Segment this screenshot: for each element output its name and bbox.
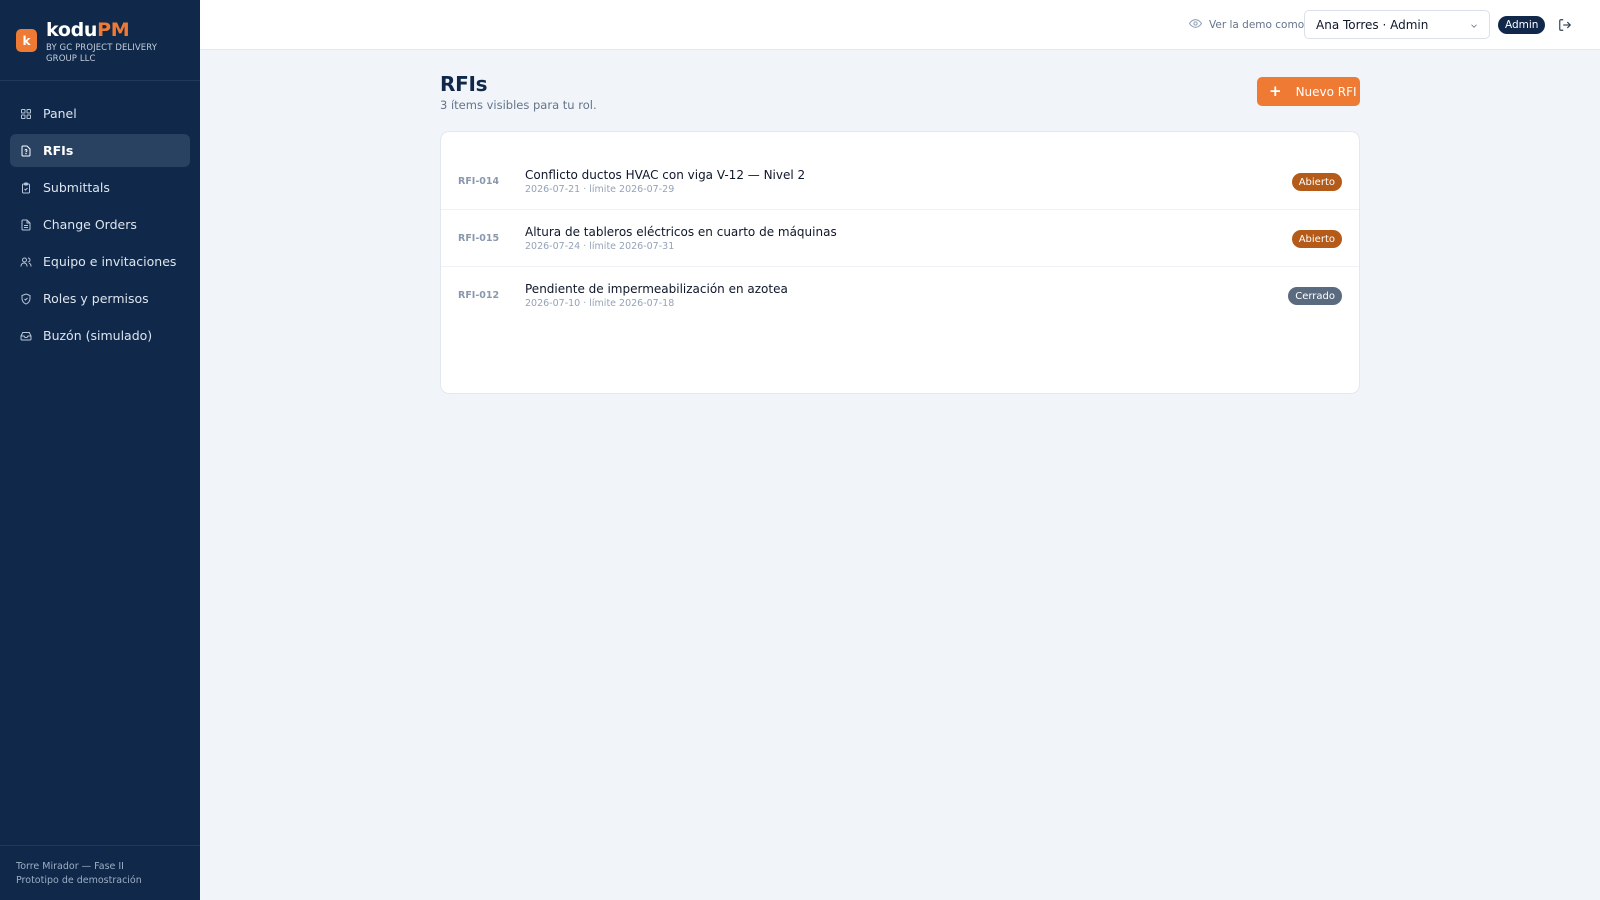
- rfi-dates: 2026-07-21 · límite 2026-07-29: [525, 183, 675, 195]
- sidebar-item-buzon[interactable]: Buzón (simulado): [10, 319, 190, 352]
- list-item[interactable]: RFI-012 Pendiente de impermeabilización …: [441, 267, 1359, 324]
- sidebar-item-label: Submittals: [43, 180, 110, 195]
- brand: k koduPM BY GC PROJECT DELIVERY GROUP LL…: [0, 0, 200, 81]
- clipboard-check-icon: [20, 182, 32, 194]
- sidebar-item-change-orders[interactable]: Change Orders: [10, 208, 190, 241]
- topbar: Ver la demo como: Ana Torres · Admin Adm…: [200, 0, 1600, 50]
- sidebar-item-roles[interactable]: Roles y permisos: [10, 282, 190, 315]
- list-item[interactable]: RFI-014 Conflicto ductos HVAC con viga V…: [441, 153, 1359, 210]
- sidebar: k koduPM BY GC PROJECT DELIVERY GROUP LL…: [0, 0, 200, 900]
- eye-icon: [1188, 17, 1203, 33]
- sidebar-item-label: Panel: [43, 106, 77, 121]
- sidebar-item-rfis[interactable]: RFIs: [10, 134, 190, 167]
- status-badge: Cerrado: [1288, 287, 1342, 305]
- sidebar-footer: Torre Mirador — Fase II Prototipo de dem…: [0, 845, 200, 900]
- rfi-dates: 2026-07-10 · límite 2026-07-18: [525, 298, 675, 309]
- logo-mark[interactable]: k: [16, 29, 37, 52]
- sidebar-item-label: Equipo e invitaciones: [43, 254, 177, 269]
- sidebar-item-label: Roles y permisos: [43, 291, 149, 306]
- list-item[interactable]: RFI-015 Altura de tableros eléctricos en…: [441, 210, 1359, 267]
- grid-icon: [20, 108, 32, 120]
- brand-name: koduPM: [46, 18, 184, 42]
- chevron-down-icon: [1469, 20, 1479, 34]
- rfi-list: RFI-014 Conflicto ductos HVAC con viga V…: [440, 131, 1360, 394]
- sidebar-item-label: Buzón (simulado): [43, 328, 153, 343]
- status-badge: Abierto: [1291, 230, 1342, 248]
- inbox-icon: [20, 330, 32, 342]
- rfi-title[interactable]: Altura de tableros eléctricos en cuarto …: [525, 224, 837, 240]
- selected-user: Ana Torres · Admin: [1316, 17, 1429, 32]
- page-title: RFIs: [440, 72, 488, 96]
- new-rfi-label: Nuevo RFI: [1295, 84, 1357, 99]
- brand-name-part2: PM: [97, 19, 130, 41]
- prototype-note: Prototipo de demostración: [16, 875, 142, 886]
- users-icon: [20, 256, 32, 268]
- rfi-title[interactable]: Pendiente de impermeabilización en azote…: [525, 281, 788, 297]
- demo-label-text: Ver la demo como:: [1209, 19, 1308, 31]
- sidebar-item-label: Change Orders: [43, 217, 137, 232]
- brand-subtitle: BY GC PROJECT DELIVERY GROUP LLC: [46, 43, 158, 64]
- plus-icon: +: [1269, 82, 1282, 100]
- project-name: Torre Mirador — Fase II: [16, 861, 124, 872]
- sidebar-item-panel[interactable]: Panel: [10, 97, 190, 130]
- demo-view-label: Ver la demo como:: [1188, 17, 1308, 33]
- rfi-id: RFI-012: [458, 290, 500, 301]
- sidebar-nav: Panel RFIs Submittals Change Orders Equi…: [0, 81, 200, 352]
- document-question-icon: [20, 145, 32, 157]
- status-badge: Abierto: [1291, 173, 1342, 191]
- new-rfi-button[interactable]: + Nuevo RFI: [1257, 77, 1360, 106]
- rfi-id: RFI-015: [458, 232, 500, 244]
- role-badge: Admin: [1498, 16, 1546, 34]
- rfi-dates: 2026-07-24 · límite 2026-07-31: [525, 240, 675, 252]
- logout-icon[interactable]: [1558, 17, 1574, 33]
- page-subtitle: 3 ítems visibles para tu rol.: [440, 98, 597, 112]
- sidebar-item-label: RFIs: [43, 143, 74, 158]
- rfi-title[interactable]: Conflicto ductos HVAC con viga V-12 — Ni…: [525, 167, 805, 183]
- demo-user-select[interactable]: Ana Torres · Admin: [1304, 10, 1490, 39]
- brand-name-part1: kodu: [46, 19, 98, 41]
- sidebar-item-equipo[interactable]: Equipo e invitaciones: [10, 245, 190, 278]
- rfi-id: RFI-014: [458, 175, 500, 187]
- shield-check-icon: [20, 292, 32, 305]
- file-text-icon: [20, 219, 32, 231]
- sidebar-item-submittals[interactable]: Submittals: [10, 171, 190, 204]
